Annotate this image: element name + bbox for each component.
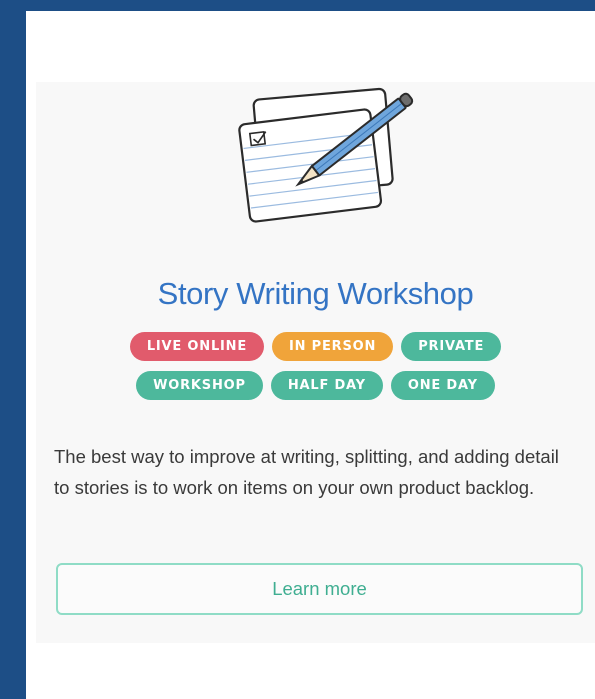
course-card: Story Writing Workshop LIVE ONLINE IN PE…: [36, 82, 595, 643]
tag-row-duration: WORKSHOP HALF DAY ONE DAY: [36, 371, 595, 400]
story-cards-pencil-icon: [214, 82, 434, 230]
course-title: Story Writing Workshop: [157, 276, 474, 311]
tag-one-day: ONE DAY: [390, 371, 495, 400]
tag-private: PRIVATE: [401, 332, 502, 361]
content-panel: Story Writing Workshop LIVE ONLINE IN PE…: [26, 11, 595, 699]
tag-row-format: LIVE ONLINE IN PERSON PRIVATE: [36, 332, 595, 361]
tag-half-day: HALF DAY: [270, 371, 383, 400]
tag-live-online: LIVE ONLINE: [129, 332, 265, 361]
tag-workshop: WORKSHOP: [136, 371, 263, 400]
tag-in-person: IN PERSON: [272, 332, 394, 361]
course-description: The best way to improve at writing, spli…: [54, 445, 559, 498]
learn-more-button[interactable]: Learn more: [56, 563, 583, 615]
